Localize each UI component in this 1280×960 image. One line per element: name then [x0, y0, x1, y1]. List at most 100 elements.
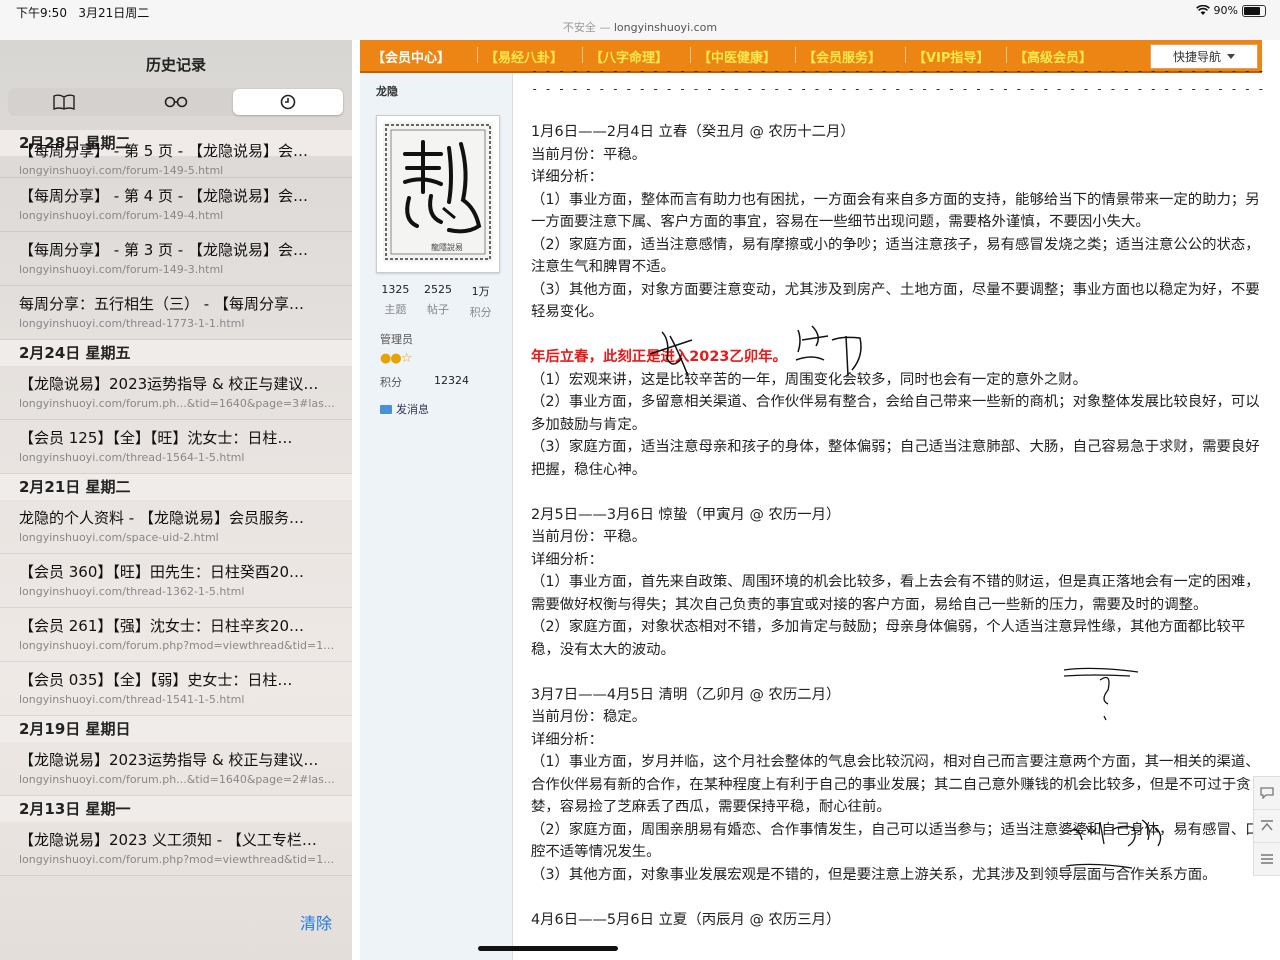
history-date-header: 2月19日 星期日 [0, 716, 352, 742]
address-bar[interactable]: 不安全 — longyinshuoyi.com [0, 19, 1280, 35]
nav-item[interactable]: 【易经八卦】 [485, 47, 563, 66]
history-item[interactable]: 【每周分享】 - 第 4 页 - 【龙隐说易】会… longyinshuoyi.c… [0, 178, 352, 232]
history-item[interactable]: 【龙隐说易】2023运势指导 & 校正与建议… longyinshuoyi.com… [0, 742, 352, 796]
history-date-header: 2月24日 星期五 [0, 340, 352, 366]
current-month-status: 当前月份：平稳。 [531, 146, 647, 163]
wifi-icon [1195, 5, 1210, 15]
history-item[interactable]: 【每周分享】 - 第 5 页 - 【龙隐说易】会… longyinshuoyi.c… [0, 140, 352, 178]
author-name[interactable]: 龙隐 [376, 83, 398, 99]
nav-item[interactable]: 【八字命理】 [590, 47, 668, 66]
clock-icon [280, 94, 296, 110]
history-item-title: 【龙隐说易】2023运势指导 & 校正与建议… [19, 375, 319, 393]
history-item[interactable]: 龙隐的个人资料 - 【龙隐说易】会员服务… longyinshuoyi.com/s… [0, 500, 352, 554]
author-role: 管理员 [380, 333, 413, 346]
list-button[interactable] [1254, 843, 1280, 876]
history-item[interactable]: 【每周分享】 - 第 3 页 - 【龙隐说易】会… longyinshuoyi.c… [0, 232, 352, 286]
stat-value: 1325 [381, 283, 410, 296]
analysis-point: （1）事业方面，首先来自政策、周围环境的机会比较多，看上去会有不错的财运，但是真… [531, 574, 1260, 613]
analysis-point: （2）事业方面，多留意相关渠道、合作伙伴易有整合，会给自己带来一些新的商机；对象… [531, 394, 1260, 433]
battery-icon [1242, 4, 1266, 17]
history-item[interactable]: 【龙隐说易】2023运势指导 & 校正与建议… longyinshuoyi.com… [0, 366, 352, 420]
period-heading: 4月6日——5月6日 立夏（丙辰月 @ 农历三月） [531, 911, 841, 928]
history-item-title: 【会员 261】【强】沈女士：日柱辛亥20… [19, 617, 304, 635]
chevron-down-icon [1227, 54, 1235, 59]
nav-item[interactable]: 【VIP指导】 [913, 47, 989, 66]
smiley-icon: ● [380, 351, 391, 366]
mail-icon [380, 404, 392, 414]
history-item[interactable]: 【会员 360】【旺】田先生：日柱癸酉20… longyinshuoyi.com/… [0, 554, 352, 608]
analysis-point: （1）事业方面，岁月并临，这个月社会整体的气息会比较沉闷，相对自己而言要注意两个… [531, 754, 1260, 815]
domain-label: longyinshuoyi.com [613, 21, 718, 34]
history-item-title: 【龙隐说易】2023运势指导 & 校正与建议… [19, 751, 319, 769]
history-item[interactable]: 每周分享：五行相生（三） - 【每周分享… longyinshuoyi.com/t… [0, 286, 352, 340]
nav-item[interactable]: 【会员服务】 [803, 47, 881, 66]
history-item-url: longyinshuoyi.com/forum-149-4.html [19, 209, 224, 222]
history-item[interactable]: 【会员 035】【全】【弱】史女士：日柱… longyinshuoyi.com/t… [0, 662, 352, 716]
divider: - - - - - - - - - - - - - - - - - - - - … [531, 66, 1266, 77]
history-list: 2月28日 星期二 【每周分享】 - 第 5 页 - 【龙隐说易】会… longyi… [0, 130, 352, 890]
status-indicators: 90% [1195, 4, 1266, 17]
post-body: - - - - - - - - - - - - - - - - - - - - … [531, 66, 1266, 931]
analysis-point: （1）事业方面，整体而言有助力也有困扰，一方面会有来自多方面的支持，能够给当下的… [531, 191, 1260, 231]
history-item-title: 【会员 125】【全】【旺】沈女士：日柱… [19, 429, 293, 447]
history-tab[interactable] [233, 89, 343, 115]
status-bar: 下午9:50 3月21日周二 不安全 — longyinshuoyi.com 9… [0, 0, 1280, 40]
reading-list-tab[interactable] [121, 89, 231, 115]
author-stat[interactable]: 1万 积分 [459, 283, 502, 320]
nav-item[interactable]: 【高级会员】 [1014, 47, 1092, 66]
history-title: 历史记录 [145, 56, 206, 74]
analysis-point: （2）家庭方面，周围亲朋易有婚恋、合作事情发生，自己可以适当参与；适当注意婆婆和… [531, 821, 1260, 861]
bookmarks-tab[interactable] [9, 89, 119, 115]
nav-item[interactable]: 【会员中心】 [372, 47, 450, 66]
history-item-title: 每周分享：五行相生（三） - 【每周分享… [19, 295, 304, 313]
clock-date: 3月21日周二 [78, 6, 150, 20]
history-item-url: longyinshuoyi.com/thread-1541-1-5.html [19, 693, 245, 706]
author-stat[interactable]: 2525 帖子 [417, 283, 460, 320]
history-item-title: 【会员 035】【全】【弱】史女士：日柱… [19, 671, 293, 689]
send-message-link[interactable]: 发消息 [380, 401, 429, 417]
clear-history-button[interactable]: 清除 [300, 910, 332, 934]
history-item-url: longyinshuoyi.com/forum-149-5.html [19, 164, 224, 177]
history-item-url: longyinshuoyi.com/forum.php?mod=viewthre… [19, 639, 338, 652]
history-item[interactable]: 【会员 261】【强】沈女士：日柱辛亥20… longyinshuoyi.com/… [0, 608, 352, 662]
analysis-point: （1）宏观来讲，这是比较辛苦的一年，周围变化会较多，同时也会有一定的意外之财。 [531, 371, 1088, 388]
period-heading: 2月5日——3月6日 惊蛰（甲寅月 @ 农历一月） [531, 506, 841, 523]
quick-nav-label: 快捷导航 [1172, 50, 1221, 64]
seal-caption: 龍隱說易 [431, 243, 463, 252]
highlight-line: 年后立春，此刻正是进入2023乙卯年。 [531, 349, 787, 365]
history-sidebar: 历史记录 2月28日 星期二 【每周分享】 - 第 5 页 - 【龙隐说易】会… l… [0, 40, 352, 960]
list-icon [1261, 854, 1273, 864]
analysis-point: （3）家庭方面，适当注意母亲和孩子的身体，整体偏弱；自己适当注意肺部、大肠，自己… [531, 439, 1260, 478]
analysis-point: （3）其他方面，对象方面要注意变动，尤其涉及到房产、土地方面，尽量不要调整；事业… [531, 281, 1260, 321]
avatar[interactable]: 龍隱說易 [376, 115, 500, 273]
current-month-status: 当前月份：稳定。 [531, 709, 647, 725]
history-item-title: 【每周分享】 - 第 5 页 - 【龙隐说易】会… [19, 142, 308, 160]
nav-separator [795, 47, 796, 63]
floating-toolbar [1253, 776, 1280, 876]
chat-button[interactable] [1254, 777, 1280, 810]
history-item-url: longyinshuoyi.com/space-uid-2.html [19, 531, 219, 544]
author-stats: 1325 主题 2525 帖子 1万 积分 [374, 283, 502, 320]
stat-label: 主题 [384, 303, 407, 316]
history-item-url: longyinshuoyi.com/forum.php?mod=viewthre… [19, 853, 338, 866]
back-to-top-button[interactable] [1254, 810, 1280, 843]
nav-separator [905, 47, 906, 63]
nav-separator [690, 47, 691, 63]
detail-label: 详细分析： [531, 169, 603, 185]
home-indicator[interactable] [478, 946, 618, 951]
web-content: 快捷导航 【会员中心】 【易经八卦】 【八字命理】 【中医健康】 【会员服务】 【VIP指… [352, 40, 1280, 960]
history-item[interactable]: 【龙隐说易】2023 义工须知 - 【义工专栏… longyinshuoyi.co… [0, 822, 352, 876]
history-item-title: 龙隐的个人资料 - 【龙隐说易】会员服务… [19, 509, 304, 527]
author-stat[interactable]: 1325 主题 [374, 283, 417, 320]
send-message-label: 发消息 [396, 403, 429, 416]
history-item-url: longyinshuoyi.com/forum-149-3.html [19, 263, 224, 276]
divider: - - - - - - - - - - - - - - - - - - - - … [531, 84, 1266, 95]
stat-value: 2525 [424, 283, 452, 296]
nav-item[interactable]: 【中医健康】 [698, 47, 776, 66]
history-item-url: longyinshuoyi.com/forum.ph...&tid=1640&p… [19, 397, 338, 410]
author-panel: 龙隐 龍隱說易 1325 主题 2525 帖子 1万 积分 管理员 ●●☆ 积分 1232… [360, 73, 513, 960]
history-item[interactable]: 【会员 125】【全】【旺】沈女士：日柱… longyinshuoyi.com/t… [0, 420, 352, 474]
detail-label: 详细分析： [531, 731, 603, 748]
history-item-url: longyinshuoyi.com/forum.ph...&tid=1640&p… [19, 773, 338, 786]
